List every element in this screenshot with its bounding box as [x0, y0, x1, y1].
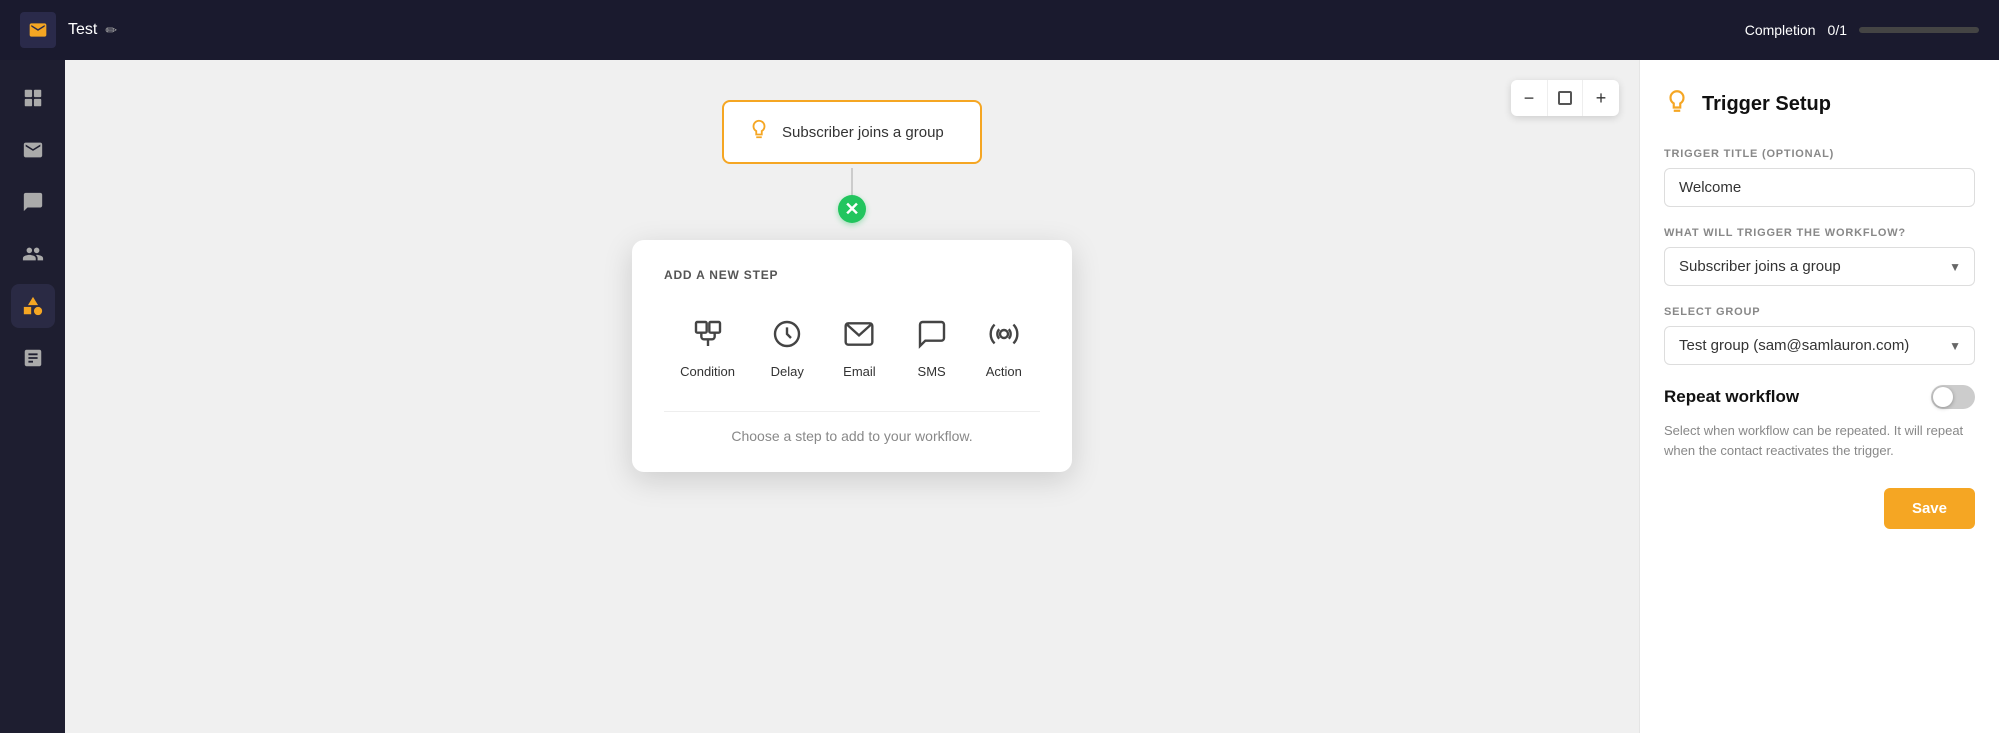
action-icon: [984, 314, 1024, 354]
repeat-row: Repeat workflow: [1664, 385, 1975, 409]
workflow-trigger-label: WHAT WILL TRIGGER THE WORKFLOW?: [1664, 227, 1975, 239]
topbar-left: Test ✏: [20, 12, 117, 48]
trigger-title-input[interactable]: [1664, 168, 1975, 207]
topbar: Test ✏ Completion 0/1: [0, 0, 1999, 60]
panel-title-row: Trigger Setup: [1664, 88, 1975, 120]
edit-icon[interactable]: ✏: [105, 22, 117, 39]
sidebar-item-contacts[interactable]: [11, 232, 55, 276]
sms-icon: [912, 314, 952, 354]
email-step-label: Email: [843, 364, 876, 379]
select-group-label: SELECT GROUP: [1664, 306, 1975, 318]
workflow-trigger-select[interactable]: Subscriber joins a group Subscriber leav…: [1664, 247, 1975, 286]
save-button[interactable]: Save: [1884, 488, 1975, 529]
email-step-icon: [839, 314, 879, 354]
panel-title: Trigger Setup: [1702, 93, 1831, 116]
sidebar-item-email[interactable]: [11, 128, 55, 172]
sidebar-item-dashboard[interactable]: [11, 76, 55, 120]
step-option-condition[interactable]: Condition: [668, 306, 747, 387]
topbar-right: Completion 0/1: [1745, 22, 1979, 38]
completion-value: 0/1: [1828, 22, 1847, 38]
add-step-button[interactable]: ✕: [838, 195, 866, 223]
repeat-label: Repeat workflow: [1664, 387, 1799, 407]
sidebar: [0, 60, 65, 733]
repeat-toggle[interactable]: [1931, 385, 1975, 409]
connector-line: [851, 168, 853, 196]
right-panel: Trigger Setup TRIGGER TITLE (OPTIONAL) W…: [1639, 60, 1999, 733]
canvas-content: Subscriber joins a group ✕ ADD A NEW STE…: [65, 60, 1639, 733]
delay-icon: [767, 314, 807, 354]
app-logo: [20, 12, 56, 48]
add-step-modal: ADD A NEW STEP Condition: [632, 240, 1072, 472]
trigger-node[interactable]: Subscriber joins a group: [722, 100, 982, 164]
add-step-divider: [664, 411, 1040, 412]
workflow-trigger-select-wrap: Subscriber joins a group Subscriber leav…: [1664, 247, 1975, 286]
trigger-bulb-icon: [748, 118, 770, 146]
add-step-options: Condition Delay: [664, 306, 1040, 387]
step-option-delay[interactable]: Delay: [755, 306, 819, 387]
trigger-node-label: Subscriber joins a group: [782, 124, 944, 141]
condition-icon: [688, 314, 728, 354]
zoom-fit-button[interactable]: [1547, 80, 1583, 116]
completion-label: Completion: [1745, 22, 1816, 38]
zoom-out-button[interactable]: −: [1511, 80, 1547, 116]
step-option-email[interactable]: Email: [827, 306, 891, 387]
step-option-sms[interactable]: SMS: [900, 306, 964, 387]
zoom-in-button[interactable]: +: [1583, 80, 1619, 116]
zoom-fit-icon: [1558, 91, 1572, 105]
sms-label: SMS: [918, 364, 946, 379]
panel-bulb-icon: [1664, 88, 1690, 120]
zoom-controls: − +: [1511, 80, 1619, 116]
sidebar-item-reports[interactable]: [11, 336, 55, 380]
select-group-select-wrap: Test group (sam@samlauron.com) ▼: [1664, 326, 1975, 365]
trigger-title-label: TRIGGER TITLE (OPTIONAL): [1664, 148, 1975, 160]
delay-label: Delay: [771, 364, 804, 379]
title-text: Test: [68, 21, 97, 39]
action-label: Action: [986, 364, 1022, 379]
add-step-hint: Choose a step to add to your workflow.: [664, 428, 1040, 444]
select-group-select[interactable]: Test group (sam@samlauron.com): [1664, 326, 1975, 365]
main-canvas: Subscriber joins a group ✕ ADD A NEW STE…: [65, 60, 1639, 733]
completion-bar-wrapper: [1859, 27, 1979, 33]
sidebar-item-automation[interactable]: [11, 284, 55, 328]
step-option-action[interactable]: Action: [972, 306, 1036, 387]
toggle-knob: [1933, 387, 1953, 407]
repeat-description: Select when workflow can be repeated. It…: [1664, 421, 1975, 460]
add-step-title: ADD A NEW STEP: [664, 268, 1040, 282]
sidebar-item-chat[interactable]: [11, 180, 55, 224]
page-title: Test ✏: [68, 21, 117, 39]
condition-label: Condition: [680, 364, 735, 379]
